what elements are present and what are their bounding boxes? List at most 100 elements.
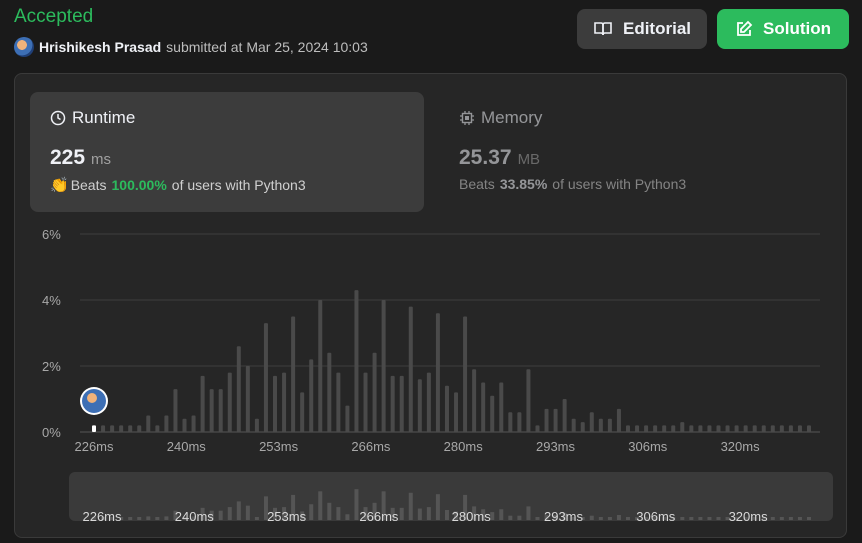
distribution-bar[interactable] [173,389,178,432]
distribution-bar[interactable] [770,425,775,432]
distribution-bar[interactable] [788,425,793,432]
distribution-bar[interactable] [336,372,341,432]
overview-tick-label: 240ms [175,509,215,524]
distribution-bar[interactable] [363,372,368,432]
distribution-bar[interactable] [625,425,630,432]
distribution-bar[interactable] [327,352,332,432]
distribution-bar[interactable] [761,425,766,432]
distribution-bar[interactable] [807,425,811,432]
overview-bar [517,515,522,520]
distribution-bar[interactable] [128,425,133,432]
distribution-bar[interactable] [598,418,603,432]
distribution-bar[interactable] [245,366,250,432]
distribution-bar[interactable] [200,375,205,432]
distribution-bar[interactable] [580,422,585,432]
distribution-bar[interactable] [743,425,748,432]
distribution-bar[interactable] [300,392,305,432]
distribution-bar[interactable] [517,412,522,432]
distribution-bar[interactable] [653,425,658,432]
distribution-bar[interactable] [435,313,440,432]
distribution-bar[interactable] [779,425,784,432]
distribution-bar[interactable] [571,418,576,432]
distribution-bar[interactable] [680,422,685,432]
distribution-bar[interactable] [164,415,169,433]
distribution-bar[interactable] [318,300,323,432]
distribution-bar[interactable] [146,415,151,433]
distribution-bar[interactable] [716,425,721,432]
distribution-bar[interactable] [725,425,730,432]
distribution-bar[interactable] [345,405,350,432]
distribution-bar[interactable] [508,412,513,432]
distribution-bar[interactable] [191,415,196,433]
overview-tick-label: 306ms [636,509,676,524]
distribution-bar[interactable] [426,372,431,432]
distribution-bar[interactable] [589,412,594,432]
distribution-bar[interactable] [671,425,676,432]
distribution-bar[interactable] [544,408,549,432]
user-runtime-bar[interactable] [92,425,96,432]
distribution-bar[interactable] [535,425,540,432]
distribution-bar[interactable] [698,425,703,432]
overview-bar [137,517,142,520]
distribution-bar[interactable] [707,425,712,432]
distribution-bar[interactable] [399,375,404,432]
distribution-bar[interactable] [644,425,649,432]
distribution-bar[interactable] [218,389,223,432]
overview-tick-label: 253ms [267,509,307,524]
overview-bar [716,517,721,520]
distribution-bar[interactable] [689,425,694,432]
distribution-bar[interactable] [155,425,160,432]
distribution-bar[interactable] [607,418,612,432]
distribution-bar[interactable] [372,352,377,432]
distribution-bar[interactable] [490,395,495,432]
y-tick-label: 4% [42,293,61,308]
x-tick-label: 253ms [259,439,299,454]
distribution-bar[interactable] [254,418,259,432]
distribution-bar[interactable] [227,372,232,432]
overview-tick-label: 226ms [82,509,122,524]
distribution-bar[interactable] [273,375,278,432]
distribution-bar[interactable] [291,316,296,433]
overview-bar [309,504,314,520]
distribution-bar[interactable] [354,290,359,432]
distribution-bar[interactable] [734,425,739,432]
distribution-bar[interactable] [101,425,106,432]
distribution-bar[interactable] [454,392,459,432]
distribution-bar[interactable] [408,306,413,432]
distribution-bar[interactable] [752,425,757,432]
distribution-bar[interactable] [381,300,386,432]
runtime-distribution-chart: 0% 2% 4% 6% 226ms 240ms 253ms 266ms 280ms 293ms 30… [42,227,833,524]
distribution-bar[interactable] [182,418,187,432]
distribution-bar[interactable] [553,408,558,432]
distribution-bar[interactable] [309,359,314,432]
distribution-bar[interactable] [481,382,486,433]
distribution-bar[interactable] [616,408,621,432]
distribution-bar[interactable] [110,425,115,432]
overview-bar [779,517,784,520]
x-tick-label: 280ms [444,439,484,454]
overview-tick-label: 266ms [359,509,399,524]
distribution-bar[interactable] [119,425,124,432]
distribution-bar[interactable] [797,425,802,432]
distribution-bar[interactable] [137,425,142,432]
overview-bar [417,508,422,520]
overview-bar [535,517,540,520]
distribution-bar[interactable] [526,369,531,432]
distribution-bar[interactable] [263,323,268,432]
distribution-bar[interactable] [499,382,504,433]
distribution-bar[interactable] [662,425,667,432]
distribution-bar[interactable] [390,375,395,432]
distribution-bar[interactable] [472,369,477,432]
distribution-bar[interactable] [282,372,287,432]
distribution-bar[interactable] [236,346,241,432]
distribution-bar[interactable] [463,316,468,433]
distribution-bar[interactable] [209,389,214,432]
x-tick-label: 226ms [74,439,114,454]
distribution-bar[interactable] [562,399,567,432]
distribution-bar[interactable] [444,385,449,432]
overview-bar [345,514,350,520]
distribution-bar[interactable] [635,425,640,432]
distribution-bar[interactable] [417,379,422,432]
overview-bar [526,506,531,520]
overview-bar [254,517,259,520]
